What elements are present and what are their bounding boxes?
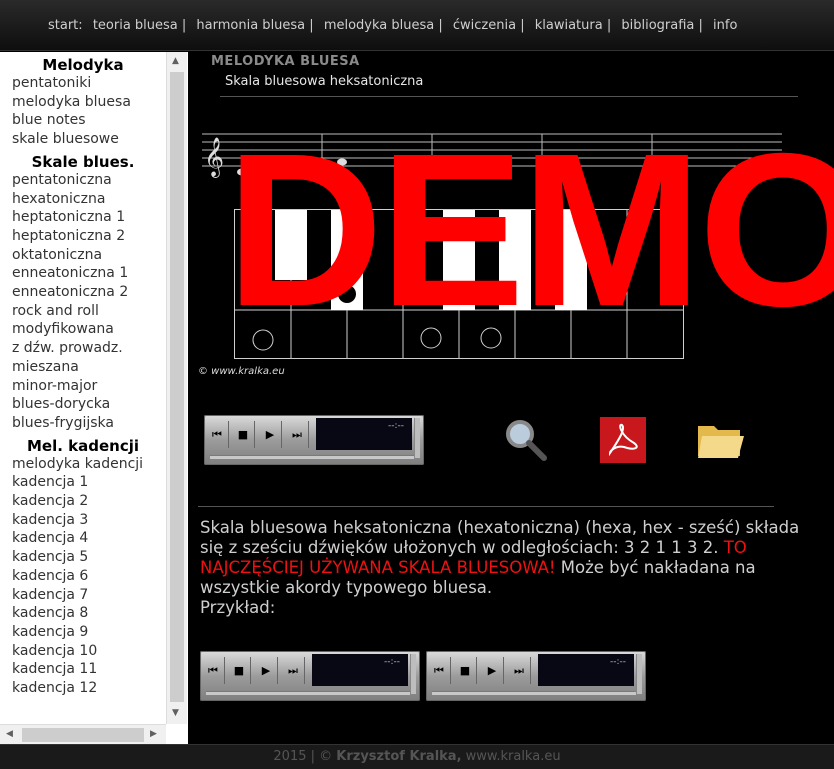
stop-icon[interactable]: ■ bbox=[454, 657, 477, 684]
sidebar-link[interactable]: kadencja 1 bbox=[0, 473, 166, 492]
audio-player-1: ⏮ ■ ▶ ⏭ --:-- bbox=[200, 651, 420, 701]
sidebar-content: Melodyka pentatoniki melodyka bluesa blue n… bbox=[0, 52, 166, 724]
sidebar-link[interactable]: kadencja 6 bbox=[0, 567, 166, 586]
title-divider bbox=[220, 96, 798, 97]
sidebar-link[interactable]: heptatoniczna 2 bbox=[0, 227, 166, 246]
play-icon[interactable]: ▶ bbox=[255, 657, 278, 684]
scroll-down-arrow-icon[interactable]: ▼ bbox=[172, 708, 179, 718]
sidebar-link[interactable]: kadencja 9 bbox=[0, 623, 166, 642]
skip-back-icon[interactable]: ⏮ bbox=[202, 657, 225, 684]
player-time: --:-- bbox=[609, 657, 626, 667]
nav-item-harmonia[interactable]: harmonia bluesa | bbox=[196, 18, 313, 33]
sidebar-link[interactable]: enneatoniczna 1 bbox=[0, 264, 166, 283]
sidebar-link[interactable]: blues-frygijska bbox=[0, 414, 166, 433]
pdf-icon[interactable] bbox=[600, 417, 646, 463]
volume-slider[interactable] bbox=[414, 418, 420, 458]
sidebar-section-title: Mel. kadencji bbox=[26, 436, 140, 455]
sidebar-link[interactable]: modyfikowana bbox=[0, 320, 166, 339]
demo-watermark: DEMO bbox=[226, 109, 834, 352]
zoom-icon[interactable] bbox=[502, 416, 550, 464]
sidebar-link[interactable]: kadencja 10 bbox=[0, 642, 166, 661]
sidebar-link[interactable]: pentatoniczna bbox=[0, 171, 166, 190]
player-display: --:-- bbox=[538, 654, 634, 686]
nav-item-melodyka[interactable]: melodyka bluesa | bbox=[324, 18, 443, 33]
scrollbar-thumb[interactable] bbox=[170, 72, 184, 702]
sidebar-link[interactable]: pentatoniki bbox=[0, 74, 166, 93]
svg-text:𝄞: 𝄞 bbox=[204, 137, 224, 178]
folder-icon[interactable] bbox=[696, 420, 744, 460]
player-time: --:-- bbox=[383, 657, 400, 667]
play-icon[interactable]: ▶ bbox=[481, 657, 504, 684]
audio-player-2: ⏮ ■ ▶ ⏭ --:-- bbox=[426, 651, 646, 701]
sidebar-link[interactable]: melodyka kadencji bbox=[0, 455, 166, 474]
section-title: MELODYKA BLUESA bbox=[211, 54, 360, 69]
skip-forward-icon[interactable]: ⏭ bbox=[286, 421, 309, 448]
sidebar-link[interactable]: rock and roll bbox=[0, 302, 166, 321]
sidebar-link[interactable]: minor-major bbox=[0, 377, 166, 396]
seek-bar[interactable] bbox=[210, 455, 414, 459]
page-subtitle: Skala bluesowa heksatoniczna bbox=[225, 74, 424, 89]
sidebar-link[interactable]: kadencja 11 bbox=[0, 660, 166, 679]
nav-item-cwiczenia[interactable]: ćwiczenia | bbox=[453, 18, 525, 33]
stop-icon[interactable]: ■ bbox=[228, 657, 251, 684]
sidebar-horizontal-scrollbar[interactable]: ◀ ▶ bbox=[0, 724, 166, 745]
sidebar-link[interactable]: z dźw. prowadz. bbox=[0, 339, 166, 358]
footer-author: Krzysztof Kralka, bbox=[336, 749, 462, 764]
player-time: --:-- bbox=[387, 421, 404, 431]
footer-year: 2015 | © bbox=[273, 749, 337, 764]
player-display: --:-- bbox=[316, 418, 412, 450]
scroll-right-arrow-icon[interactable]: ▶ bbox=[150, 729, 157, 739]
seek-bar[interactable] bbox=[432, 691, 636, 695]
audio-player-main: ⏮ ■ ▶ ⏭ --:-- bbox=[204, 415, 424, 465]
scroll-up-arrow-icon[interactable]: ▲ bbox=[172, 56, 179, 66]
scroll-left-arrow-icon[interactable]: ◀ bbox=[6, 729, 13, 739]
skip-forward-icon[interactable]: ⏭ bbox=[282, 657, 305, 684]
sidebar-vertical-scrollbar[interactable]: ▲ ▼ bbox=[166, 52, 187, 724]
sidebar-link[interactable]: blue notes bbox=[0, 111, 166, 130]
player-display: --:-- bbox=[312, 654, 408, 686]
footer: 2015 | © Krzysztof Kralka, www.kralka.eu bbox=[0, 744, 834, 769]
sidebar-link[interactable]: enneatoniczna 2 bbox=[0, 283, 166, 302]
top-navigation: start: teoria bluesa | harmonia bluesa |… bbox=[0, 0, 834, 51]
nav-item-teoria[interactable]: teoria bluesa | bbox=[93, 18, 186, 33]
nav-item-klawiatura[interactable]: klawiatura | bbox=[535, 18, 611, 33]
nav-item-bibliografia[interactable]: bibliografia | bbox=[621, 18, 703, 33]
nav-prefix: start: bbox=[48, 18, 83, 33]
sidebar-section-title: Melodyka bbox=[42, 56, 124, 74]
footer-site[interactable]: www.kralka.eu bbox=[462, 749, 561, 764]
skip-forward-icon[interactable]: ⏭ bbox=[508, 657, 531, 684]
sidebar-link[interactable]: kadencja 8 bbox=[0, 604, 166, 623]
image-copyright: © www.kralka.eu bbox=[198, 366, 285, 377]
sidebar-link[interactable]: heptatoniczna 1 bbox=[0, 208, 166, 227]
example-label: Przykład: bbox=[200, 598, 276, 617]
sidebar-link[interactable]: kadencja 7 bbox=[0, 586, 166, 605]
sidebar-link[interactable]: kadencja 2 bbox=[0, 492, 166, 511]
sidebar-link[interactable]: hexatoniczna bbox=[0, 190, 166, 209]
sidebar-link[interactable]: melodyka bluesa bbox=[0, 93, 166, 112]
horizontal-scrollbar-thumb[interactable] bbox=[22, 728, 144, 742]
sidebar: Melodyka pentatoniki melodyka bluesa blue n… bbox=[0, 52, 188, 745]
nav-bar: start: teoria bluesa | harmonia bluesa |… bbox=[48, 18, 743, 33]
sidebar-link[interactable]: kadencja 5 bbox=[0, 548, 166, 567]
scale-description: Skala bluesowa heksatoniczna (hexatonicz… bbox=[200, 518, 800, 618]
sidebar-link[interactable]: kadencja 12 bbox=[0, 679, 166, 698]
sidebar-link[interactable]: mieszana bbox=[0, 358, 166, 377]
nav-item-info[interactable]: info bbox=[713, 18, 737, 33]
volume-slider[interactable] bbox=[410, 654, 416, 694]
seek-bar[interactable] bbox=[206, 691, 410, 695]
skip-back-icon[interactable]: ⏮ bbox=[428, 657, 451, 684]
sidebar-link[interactable]: oktatoniczna bbox=[0, 246, 166, 265]
stop-icon[interactable]: ■ bbox=[232, 421, 255, 448]
sidebar-link[interactable]: skale bluesowe bbox=[0, 130, 166, 149]
description-text: Skala bluesowa heksatoniczna (hexatonicz… bbox=[200, 518, 800, 557]
sidebar-link[interactable]: kadencja 4 bbox=[0, 529, 166, 548]
sidebar-section-title: Skale blues. bbox=[31, 152, 135, 171]
sidebar-link[interactable]: kadencja 3 bbox=[0, 511, 166, 530]
volume-slider[interactable] bbox=[636, 654, 642, 694]
skip-back-icon[interactable]: ⏮ bbox=[206, 421, 229, 448]
play-icon[interactable]: ▶ bbox=[259, 421, 282, 448]
content-divider bbox=[198, 506, 774, 507]
sidebar-link[interactable]: blues-dorycka bbox=[0, 395, 166, 414]
